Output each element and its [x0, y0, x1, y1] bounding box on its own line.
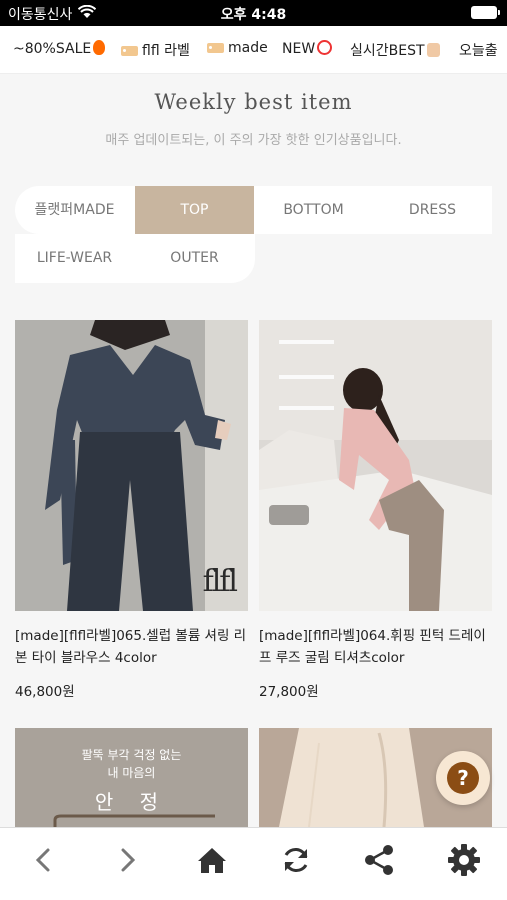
nav-item-label: ~80%SALE [13, 41, 92, 57]
home-button[interactable] [192, 840, 232, 880]
filter-tabs: 플랫퍼MADE TOP BOTTOM DRESS LIFE-WEAR OUTER [15, 186, 492, 284]
tab-flatper-made[interactable]: 플랫퍼MADE [15, 186, 134, 234]
product-name[interactable]: [made][flfl라벨]065.셀럽 볼륨 셔링 리본 타이 블라우스 4c… [15, 625, 248, 669]
status-bar: 이동통신사 오후 4:48 [0, 0, 507, 26]
nav-item-flfl-label[interactable]: flfl 라벨 [121, 40, 190, 60]
product-price: 27,800원 [259, 684, 319, 700]
promo-text: 내 마음의 [107, 766, 156, 780]
share-button[interactable] [360, 840, 400, 880]
help-button[interactable]: ? [436, 751, 490, 805]
nav-item-realtime-best[interactable]: 실시간BEST [350, 40, 440, 60]
refresh-button[interactable] [276, 840, 316, 880]
product-image[interactable] [259, 320, 492, 611]
refresh-icon [284, 848, 308, 872]
share-icon [365, 845, 393, 875]
forward-button[interactable] [107, 840, 147, 880]
back-icon [35, 848, 50, 872]
section-title: Weekly best item [154, 90, 353, 114]
nav-item-today-ship[interactable]: 오늘출 [459, 40, 498, 60]
product-card[interactable]: 팔뚝 부각 걱정 없는 내 마음의 안 정 [15, 728, 248, 827]
clock-time: 오후 4:48 [220, 7, 287, 23]
tab-bottom[interactable]: BOTTOM [254, 186, 373, 234]
tab-top[interactable]: TOP [135, 186, 254, 234]
nav-item-label: NEW [282, 41, 316, 57]
nav-item-new[interactable]: NEW [282, 40, 333, 57]
back-button[interactable] [24, 840, 64, 880]
section-subtitle: 매주 업데이트되는, 이 주의 가장 핫한 인기상품입니다. [105, 133, 402, 148]
thumbs-up-icon [426, 43, 440, 57]
tag-icon [121, 46, 138, 56]
tag-icon [207, 43, 224, 53]
promo-text: 팔뚝 부각 걱정 없는 [81, 748, 182, 762]
nav-item-sale[interactable]: ~80%SALE [13, 40, 106, 57]
category-nav: ~80%SALE flfl 라벨 made NEW 실시간BEST 오늘출 [0, 26, 507, 74]
product-watermark: flfl [202, 564, 238, 599]
product-image[interactable]: flfl [15, 320, 248, 611]
product-price: 46,800원 [15, 684, 75, 700]
tab-life-wear[interactable]: LIFE-WEAR [15, 234, 134, 282]
product-card[interactable]: flfl [made][flfl라벨]065.셀럽 볼륨 셔링 리본 타이 블라… [15, 320, 248, 700]
nav-item-made[interactable]: made [207, 40, 268, 56]
fire-icon [93, 40, 106, 55]
settings-icon [448, 844, 480, 876]
tab-outer[interactable]: OUTER [135, 234, 254, 282]
home-icon [198, 848, 226, 873]
product-card[interactable]: [made][flfl라벨]064.휘핑 핀턱 드레이프 루즈 굴림 티셔츠co… [259, 320, 492, 700]
help-icon: ? [447, 762, 479, 794]
forward-icon [121, 848, 136, 872]
nav-item-label: 오늘출 [459, 43, 498, 59]
product-name[interactable]: [made][flfl라벨]064.휘핑 핀턱 드레이프 루즈 굴림 티셔츠co… [259, 625, 492, 669]
product-image[interactable]: 팔뚝 부각 걱정 없는 내 마음의 안 정 [15, 728, 248, 827]
alarm-clock-icon [317, 40, 333, 55]
settings-button[interactable] [444, 840, 484, 880]
nav-item-label: flfl 라벨 [142, 43, 190, 59]
battery-icon [471, 6, 500, 19]
nav-item-label: made [228, 40, 268, 56]
bottom-toolbar [0, 827, 507, 900]
nav-item-label: 실시간BEST [350, 43, 425, 59]
tab-dress[interactable]: DRESS [373, 186, 492, 234]
